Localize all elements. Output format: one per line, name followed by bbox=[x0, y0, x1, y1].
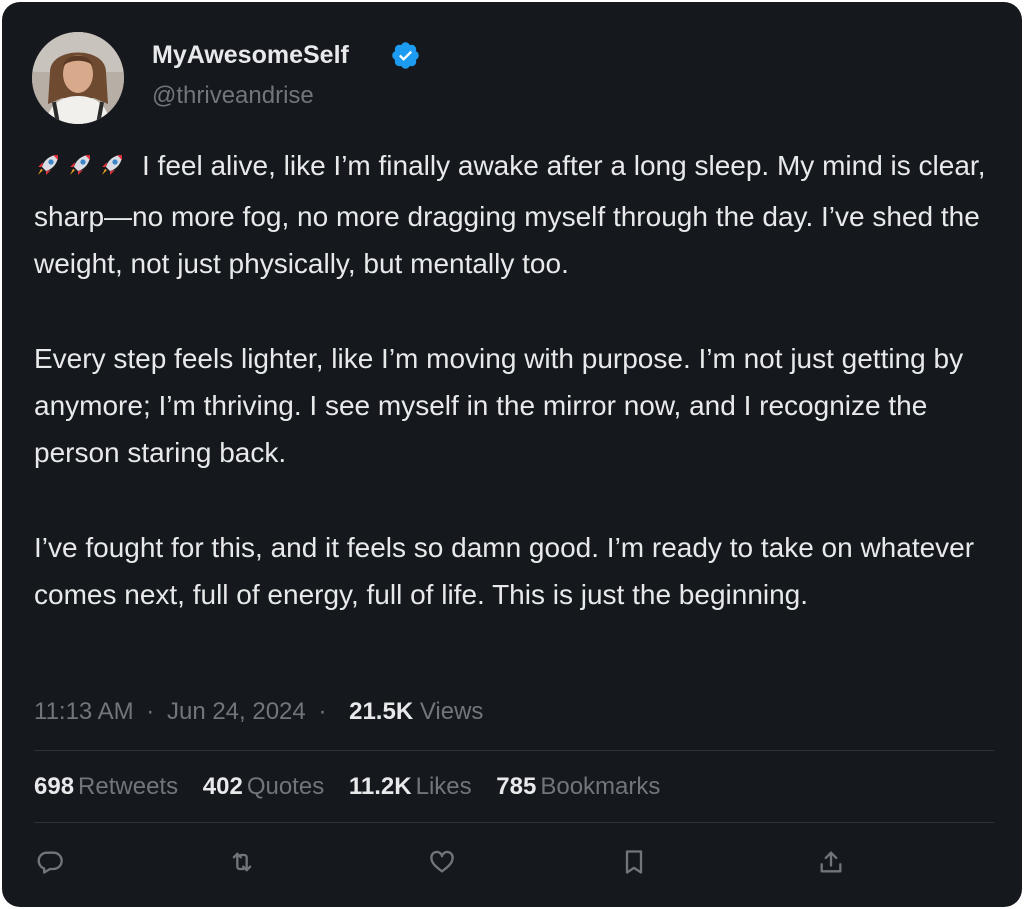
bookmark-button[interactable] bbox=[616, 844, 652, 880]
bookmarks-stat[interactable]: 785 Bookmarks bbox=[496, 773, 660, 800]
quotes-stat[interactable]: 402 Quotes bbox=[203, 773, 324, 800]
separator: · bbox=[318, 698, 327, 725]
post-paragraph: Every step feels lighter, like I’m movin… bbox=[34, 343, 964, 468]
retweets-count: 698 bbox=[34, 773, 75, 800]
rocket-icon bbox=[38, 155, 58, 175]
post-text: I feel alive, like I’m finally awake aft… bbox=[34, 142, 1002, 618]
post-card: MyAwesomeSelf @thriveandrise I feel aliv… bbox=[2, 2, 1022, 907]
views-label: Views bbox=[419, 698, 484, 725]
likes-count: 11.2K bbox=[348, 773, 412, 800]
likes-stat[interactable]: 11.2K Likes bbox=[349, 773, 472, 800]
rocket-emoji-group bbox=[34, 146, 130, 193]
retweets-stat[interactable]: 698 Retweets bbox=[34, 773, 178, 800]
like-icon bbox=[430, 850, 454, 873]
retweet-button[interactable] bbox=[224, 844, 260, 880]
engagement-stats: 698 Retweets 402 Quotes 11.2K Likes 785 Book… bbox=[34, 773, 678, 801]
display-name[interactable]: MyAwesomeSelf bbox=[152, 40, 349, 70]
separator: · bbox=[146, 698, 155, 725]
post-meta: 11:13 AM · Jun 24, 2024 · 21.5K Views bbox=[34, 698, 483, 726]
verified-badge-icon bbox=[392, 42, 419, 69]
bookmarks-count: 785 bbox=[496, 773, 537, 800]
paragraph-text: I feel alive, like I’m finally awake aft… bbox=[34, 150, 986, 279]
bookmarks-label: Bookmarks bbox=[540, 773, 661, 800]
post-time[interactable]: 11:13 AM bbox=[34, 698, 134, 725]
avatar[interactable] bbox=[32, 32, 124, 124]
post-date[interactable]: Jun 24, 2024 bbox=[167, 698, 306, 725]
retweets-label: Retweets bbox=[78, 773, 179, 800]
post-paragraph: I’ve fought for this, and it feels so da… bbox=[34, 532, 975, 610]
share-icon bbox=[820, 851, 842, 873]
likes-label: Likes bbox=[415, 773, 472, 800]
divider bbox=[34, 750, 994, 751]
quotes-count: 402 bbox=[202, 773, 243, 800]
divider bbox=[34, 822, 994, 823]
reply-button[interactable] bbox=[32, 844, 68, 880]
rocket-icon bbox=[102, 155, 122, 175]
rocket-icon bbox=[70, 155, 90, 175]
views-count: 21.5K bbox=[349, 698, 414, 725]
retweet-icon bbox=[232, 852, 252, 872]
bookmark-icon bbox=[625, 850, 643, 874]
share-button[interactable] bbox=[813, 844, 849, 880]
reply-icon bbox=[37, 851, 63, 874]
quotes-label: Quotes bbox=[246, 773, 325, 800]
like-button[interactable] bbox=[424, 844, 460, 880]
post-paragraph: I feel alive, like I’m finally awake aft… bbox=[34, 142, 1002, 287]
user-handle[interactable]: @thriveandrise bbox=[152, 82, 314, 110]
